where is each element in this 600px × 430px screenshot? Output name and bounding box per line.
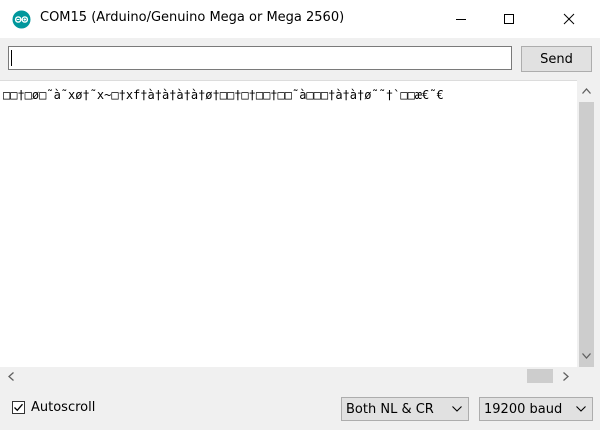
arduino-logo-icon xyxy=(12,10,31,29)
vertical-scroll-thumb[interactable] xyxy=(579,102,594,375)
horizontal-scroll-thumb[interactable] xyxy=(527,369,553,383)
line-ending-select[interactable]: Both NL & CR xyxy=(341,397,469,421)
autoscroll-checkbox[interactable] xyxy=(12,401,25,414)
window-title: COM15 (Arduino/Genuino Mega or Mega 2560… xyxy=(40,10,345,25)
send-input[interactable] xyxy=(8,46,512,70)
chevron-down-icon xyxy=(570,406,592,412)
maximize-button[interactable] xyxy=(486,0,532,38)
horizontal-scrollbar[interactable] xyxy=(0,367,577,385)
baud-rate-value: 19200 baud xyxy=(484,401,563,417)
scroll-right-arrow-icon[interactable] xyxy=(557,367,575,385)
minimize-icon xyxy=(456,19,466,20)
serial-output-area[interactable]: □□†□ø□˜à˜xø†˜x~□†xf†à†à†à†à†ø†□□†□†□□†□□… xyxy=(0,80,577,368)
close-icon xyxy=(563,13,575,25)
send-button[interactable]: Send xyxy=(521,46,592,72)
scrollbar-corner xyxy=(577,367,596,385)
scroll-down-arrow-icon[interactable] xyxy=(577,347,596,365)
autoscroll-label: Autoscroll xyxy=(31,400,96,415)
line-ending-value: Both NL & CR xyxy=(346,401,434,417)
title-bar[interactable]: COM15 (Arduino/Genuino Mega or Mega 2560… xyxy=(0,0,600,38)
vertical-scrollbar[interactable] xyxy=(577,80,596,375)
serial-output-text: □□†□ø□˜à˜xø†˜x~□†xf†à†à†à†à†ø†□□†□†□□†□□… xyxy=(3,88,444,102)
close-button[interactable] xyxy=(546,0,592,38)
autoscroll-toggle[interactable]: Autoscroll xyxy=(12,400,95,415)
minimize-button[interactable] xyxy=(438,0,484,38)
baud-rate-select[interactable]: 19200 baud xyxy=(479,397,593,421)
checkmark-icon xyxy=(14,403,23,412)
scroll-up-arrow-icon[interactable] xyxy=(577,82,596,100)
scroll-left-arrow-icon[interactable] xyxy=(2,367,20,385)
chevron-down-icon xyxy=(446,406,468,412)
maximize-icon xyxy=(504,14,514,24)
text-caret xyxy=(11,50,12,66)
